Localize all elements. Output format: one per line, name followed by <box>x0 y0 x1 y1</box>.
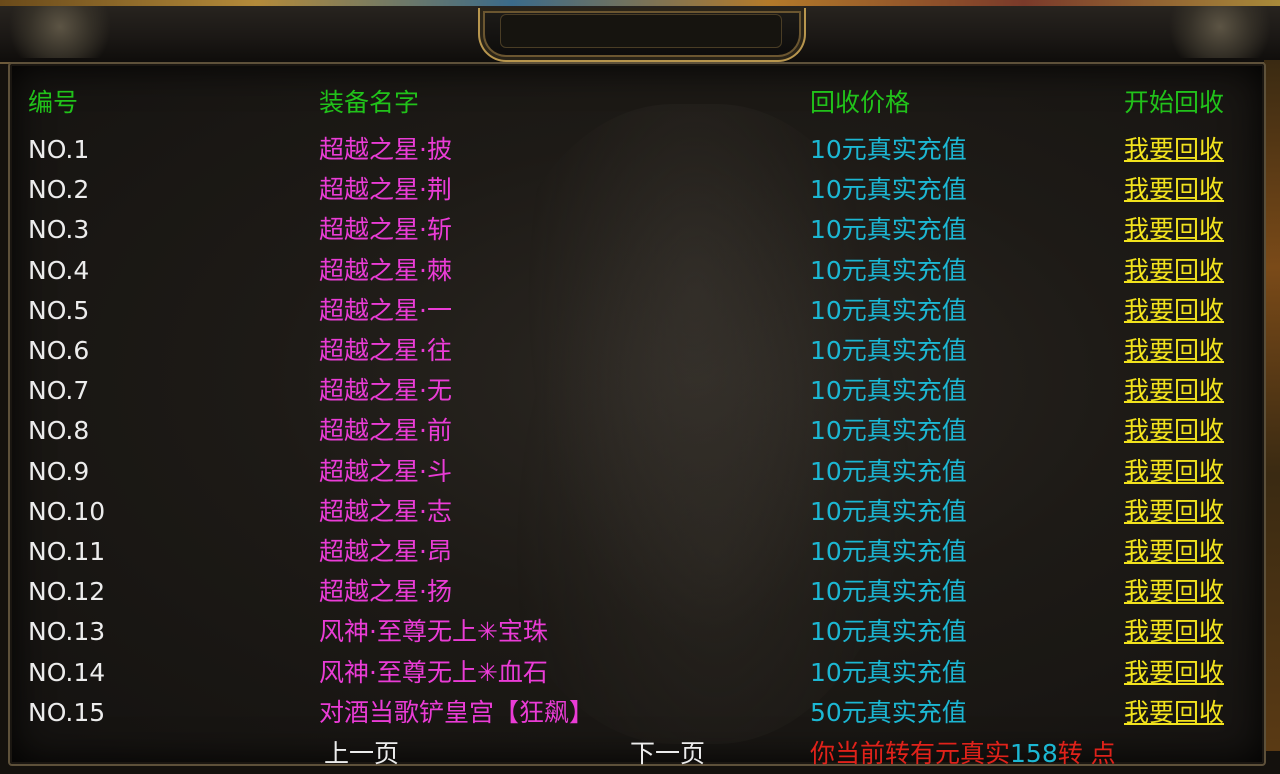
top-decoration-strip <box>0 0 1280 6</box>
right-side-border <box>1264 60 1280 751</box>
pagination-footer: 上一页 下一页 你当前转有元真实158转 点 <box>10 734 1264 774</box>
row-item-name: 超越之星·昂 <box>319 537 452 566</box>
dragon-ornament-right <box>1160 6 1280 58</box>
table-row: NO.8 超越之星·前 10元真实充值 我要回收 <box>10 411 1264 451</box>
recycle-button[interactable]: 我要回收 <box>1124 130 1224 170</box>
recycle-button[interactable]: 我要回收 <box>1124 572 1224 612</box>
row-item-name: 超越之星·无 <box>319 376 452 406</box>
row-price: 10元真实充值 <box>810 255 967 285</box>
row-number: NO.13 <box>28 617 106 647</box>
table-row: NO.6 超越之星·往 10元真实充值 我要回收 <box>10 331 1264 371</box>
header-action: 开始回收 <box>1124 88 1225 117</box>
row-price: 10元真实充值 <box>810 336 967 365</box>
row-price: 10元真实充值 <box>810 135 967 164</box>
recycle-button[interactable]: 我要回收 <box>1124 170 1224 210</box>
row-item-name: 超越之星·一 <box>319 295 452 325</box>
row-item-name: 超越之星·斗 <box>319 456 452 486</box>
header-item-name: 装备名字 <box>319 88 420 117</box>
notice-count: 158 <box>1010 739 1058 768</box>
next-page-link[interactable]: 下一页 <box>630 734 705 774</box>
row-price: 10元真实充值 <box>810 215 967 245</box>
table-row: NO.5 超越之星·一 10元真实充值 我要回收 <box>10 291 1264 331</box>
row-price: 10元真实充值 <box>810 577 967 607</box>
row-number: NO.15 <box>28 697 106 727</box>
row-item-name: 超越之星·棘 <box>319 255 452 285</box>
notice-suffix: 转 点 <box>1057 739 1116 768</box>
row-price: 10元真实充值 <box>810 175 967 205</box>
table-row: NO.9 超越之星·斗 10元真实充值 我要回收 <box>10 452 1264 492</box>
row-price: 10元真实充值 <box>810 295 967 325</box>
row-price: 10元真实充值 <box>810 376 967 406</box>
row-item-name: 对酒当歌铲皇宫【狂飙】 <box>319 697 595 727</box>
recycle-button[interactable]: 我要回收 <box>1124 371 1224 411</box>
row-number: NO.2 <box>28 175 90 205</box>
row-price: 10元真实充值 <box>810 537 967 566</box>
top-frame <box>0 0 1280 64</box>
recycle-button[interactable]: 我要回收 <box>1124 411 1224 451</box>
row-item-name: 超越之星·斩 <box>319 215 452 245</box>
row-number: NO.5 <box>28 295 90 325</box>
recycle-button[interactable]: 我要回收 <box>1124 452 1224 492</box>
row-price: 50元真实充值 <box>810 697 967 727</box>
title-plaque-inner <box>500 14 782 48</box>
row-price: 10元真实充值 <box>810 657 967 687</box>
table-row: NO.10 超越之星·志 10元真实充值 我要回收 <box>10 492 1264 532</box>
recycle-button[interactable]: 我要回收 <box>1124 612 1224 652</box>
recycle-button[interactable]: 我要回收 <box>1124 331 1224 371</box>
header-number: 编号 <box>28 88 79 117</box>
title-plaque <box>478 8 806 62</box>
row-number: NO.7 <box>28 376 90 406</box>
row-price: 10元真实充值 <box>810 416 967 446</box>
table-row: NO.14 风神·至尊无上✳血石 10元真实充值 我要回收 <box>10 653 1264 693</box>
recycle-button[interactable]: 我要回收 <box>1124 492 1224 532</box>
row-item-name: 超越之星·披 <box>319 135 452 164</box>
row-number: NO.9 <box>28 456 90 486</box>
row-number: NO.10 <box>28 496 106 526</box>
row-item-name: 风神·至尊无上✳宝珠 <box>319 617 548 647</box>
row-item-name: 超越之星·往 <box>319 336 452 365</box>
dragon-ornament-left <box>0 6 120 58</box>
row-price: 10元真实充值 <box>810 456 967 486</box>
recycle-button[interactable]: 我要回收 <box>1124 251 1224 291</box>
row-number: NO.3 <box>28 215 90 245</box>
row-item-name: 超越之星·荆 <box>319 175 452 205</box>
row-item-name: 风神·至尊无上✳血石 <box>319 657 548 687</box>
table-row: NO.3 超越之星·斩 10元真实充值 我要回收 <box>10 210 1264 250</box>
row-number: NO.1 <box>28 135 90 164</box>
recycle-button[interactable]: 我要回收 <box>1124 210 1224 250</box>
row-number: NO.8 <box>28 416 90 446</box>
row-number: NO.14 <box>28 657 106 687</box>
row-number: NO.6 <box>28 336 90 365</box>
header-price: 回收价格 <box>810 88 911 117</box>
table-row: NO.2 超越之星·荆 10元真实充值 我要回收 <box>10 170 1264 210</box>
table-row: NO.1 超越之星·披 10元真实充值 我要回收 <box>10 130 1264 170</box>
prev-page-link[interactable]: 上一页 <box>324 734 399 774</box>
recycle-button[interactable]: 我要回收 <box>1124 653 1224 693</box>
row-number: NO.11 <box>28 537 106 566</box>
table-row: NO.12 超越之星·扬 10元真实充值 我要回收 <box>10 572 1264 612</box>
recycle-panel: 编号 装备名字 回收价格 开始回收 NO.1 超越之星·披 10元真实充值 我要回收 N… <box>8 62 1266 768</box>
row-item-name: 超越之星·前 <box>319 416 452 446</box>
table-row: NO.11 超越之星·昂 10元真实充值 我要回收 <box>10 532 1264 572</box>
notice-prefix: 你当前转有元真实 <box>810 739 1011 768</box>
balance-notice: 你当前转有元真实158转 点 <box>810 734 1116 774</box>
table-row: NO.4 超越之星·棘 10元真实充值 我要回收 <box>10 251 1264 291</box>
table-row: NO.15 对酒当歌铲皇宫【狂飙】 50元真实充值 我要回收 <box>10 693 1264 733</box>
table-header: 编号 装备名字 回收价格 开始回收 <box>10 83 1264 123</box>
row-item-name: 超越之星·扬 <box>319 577 452 607</box>
recycle-button[interactable]: 我要回收 <box>1124 291 1224 331</box>
row-number: NO.12 <box>28 577 106 607</box>
table-row: NO.7 超越之星·无 10元真实充值 我要回收 <box>10 371 1264 411</box>
recycle-button[interactable]: 我要回收 <box>1124 532 1224 572</box>
row-item-name: 超越之星·志 <box>319 496 452 526</box>
row-number: NO.4 <box>28 255 90 285</box>
row-price: 10元真实充值 <box>810 617 967 647</box>
recycle-button[interactable]: 我要回收 <box>1124 693 1224 733</box>
table-row: NO.13 风神·至尊无上✳宝珠 10元真实充值 我要回收 <box>10 612 1264 652</box>
row-price: 10元真实充值 <box>810 496 967 526</box>
